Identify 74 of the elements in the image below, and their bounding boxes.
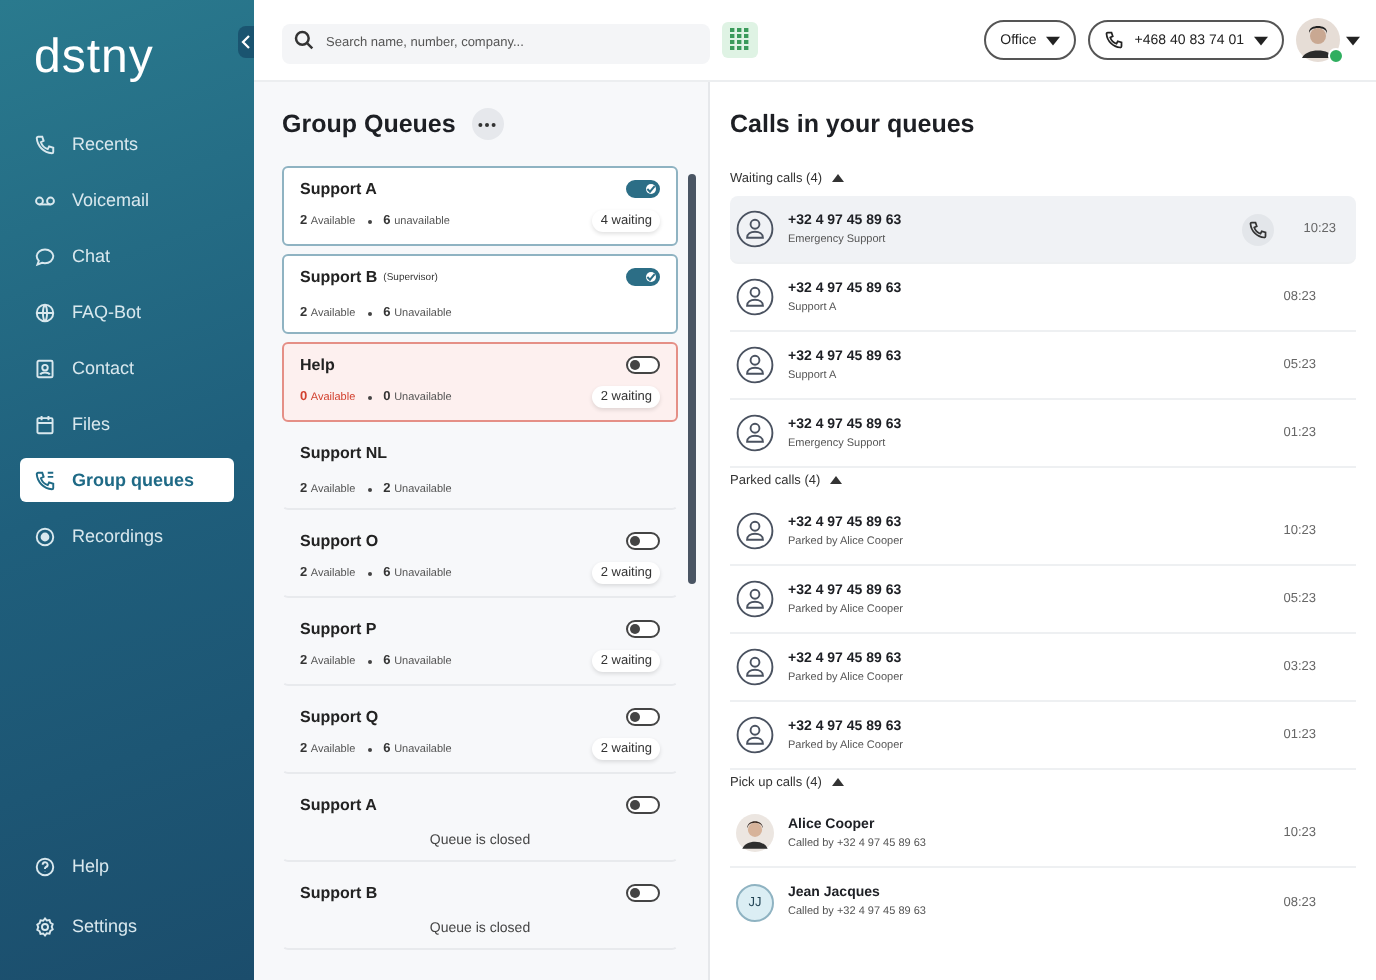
phone-queue-icon (34, 469, 56, 491)
person-avatar-icon (736, 346, 774, 384)
queue-name: Support Q (300, 708, 379, 726)
record-icon (34, 525, 56, 547)
person-avatar-icon (736, 512, 774, 550)
toggle-switch[interactable] (626, 268, 660, 286)
queue-name: Support NL (300, 444, 388, 462)
check-icon (646, 184, 656, 194)
caret-down-icon (1046, 35, 1061, 45)
toggle-switch[interactable] (626, 708, 660, 726)
queue-name: Support A (300, 180, 377, 198)
toggle-switch[interactable] (626, 180, 660, 198)
queue-name: Support O (300, 532, 379, 550)
person-avatar-icon (736, 716, 774, 754)
nav-item[interactable]: Recents (20, 122, 234, 166)
caret-up-icon (832, 174, 844, 182)
person-avatar-icon (736, 580, 774, 618)
phone-icon (1104, 30, 1125, 50)
queue-name: Help (300, 356, 335, 374)
contact-card-icon (34, 357, 56, 379)
person-avatar-icon (736, 210, 774, 248)
call-button[interactable] (1241, 213, 1274, 245)
nav-item[interactable]: Chat (20, 234, 234, 278)
collapse-tab[interactable] (238, 26, 254, 58)
help-icon (34, 855, 56, 877)
chat-bubble-icon (34, 245, 56, 267)
nav-item[interactable]: Files (20, 402, 234, 446)
queue-name: Support A (300, 796, 377, 814)
separator-dot (367, 571, 372, 575)
separator-dot (367, 659, 372, 663)
caret-down-icon (1346, 35, 1360, 45)
person-avatar-icon (736, 278, 774, 316)
more-button[interactable] (471, 108, 504, 140)
toggle-switch[interactable] (626, 356, 660, 374)
logo: dstny (34, 30, 154, 86)
panel-title: Group Queues (282, 110, 456, 138)
phone-icon (34, 133, 56, 155)
separator-dot (367, 219, 372, 223)
toggle-switch[interactable] (626, 620, 660, 638)
queue-name: Support P (300, 620, 377, 638)
separator-dot (367, 747, 372, 751)
nav-item[interactable]: FAQ-Bot (20, 290, 234, 334)
person-avatar-icon (736, 648, 774, 686)
scrollbar-thumb[interactable] (688, 174, 696, 584)
person-avatar-icon (736, 414, 774, 452)
more-icon (478, 121, 497, 127)
user-menu[interactable] (1296, 18, 1360, 62)
check-icon (646, 272, 656, 282)
chevron-left-icon (240, 34, 252, 50)
nav-item[interactable]: Group queues (20, 458, 234, 502)
separator-dot (367, 487, 372, 491)
caret-down-icon (1254, 35, 1268, 45)
queue-name: Support B (300, 268, 378, 286)
panel-title: Calls in your queues (730, 108, 977, 142)
settings-icon (34, 915, 56, 937)
toggle-switch[interactable] (626, 532, 660, 550)
toggle-switch[interactable] (626, 884, 660, 902)
nav-item[interactable]: Settings (20, 904, 234, 948)
nav-item[interactable]: Contact (20, 346, 234, 390)
globe-icon (34, 301, 56, 323)
calendar-icon (34, 413, 56, 435)
separator-dot (367, 395, 372, 399)
toggle-switch[interactable] (626, 796, 660, 814)
nav-item[interactable]: Voicemail (20, 178, 234, 222)
separator-dot (367, 311, 372, 315)
caret-up-icon (831, 778, 844, 786)
dialpad-button[interactable] (722, 22, 758, 58)
user-avatar-icon (1296, 18, 1340, 62)
queue-name: Support B (300, 884, 378, 902)
nav-item[interactable]: Help (20, 844, 234, 888)
nav-item[interactable]: Recordings (20, 514, 234, 558)
caret-up-icon (830, 476, 843, 484)
phone-icon (1247, 219, 1268, 239)
dialpad-icon (730, 28, 750, 52)
